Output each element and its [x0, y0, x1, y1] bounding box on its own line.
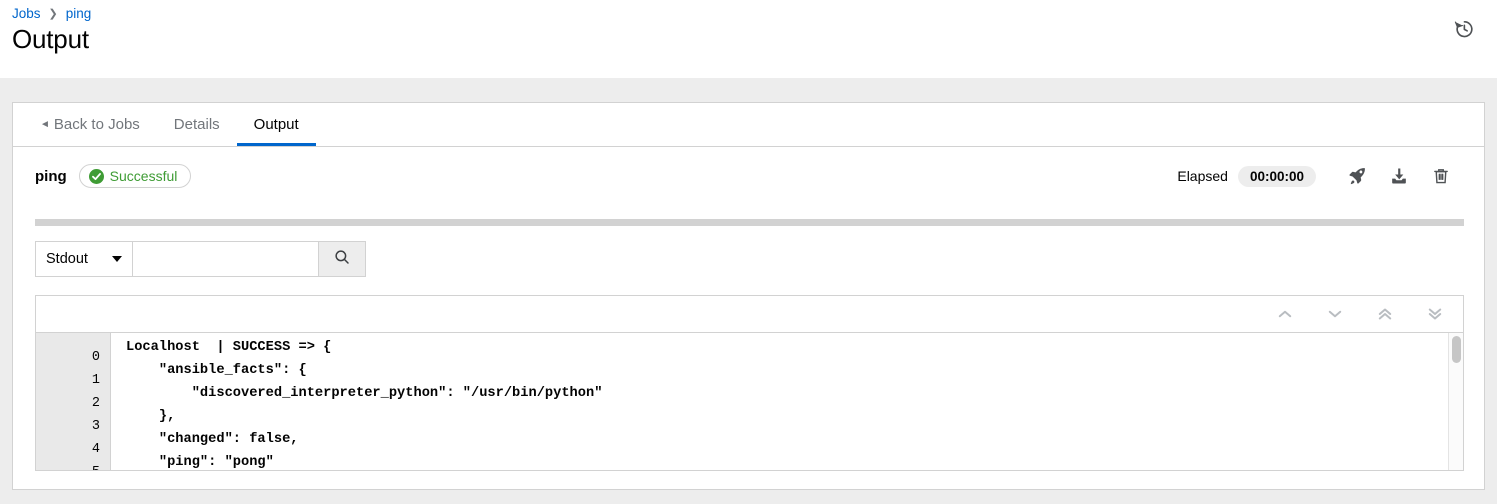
output-console: 0 1 2 3 4 5 Localhost | SUCCESS => { "an… [35, 295, 1464, 471]
tab-details[interactable]: Details [157, 103, 237, 146]
delete-button[interactable] [1420, 161, 1462, 191]
download-button[interactable] [1378, 161, 1420, 191]
line-number: 4 [36, 438, 110, 461]
line-number: 0 [36, 346, 110, 369]
tab-output-label: Output [254, 116, 299, 133]
page-title: Output [12, 24, 89, 55]
console-text: Localhost | SUCCESS => { "ansible_facts"… [111, 333, 1463, 470]
scroll-up-button[interactable] [1273, 303, 1297, 325]
job-actions: Elapsed 00:00:00 [1177, 161, 1462, 191]
breadcrumb: Jobs ❯ ping [12, 6, 91, 22]
back-caret-icon: ◄ [40, 120, 50, 130]
console-scrollbar-thumb[interactable] [1452, 336, 1461, 363]
elapsed-value: 00:00:00 [1238, 166, 1316, 187]
rocket-icon [1347, 166, 1367, 186]
console-toolbar [35, 295, 1464, 332]
output-card: ◄ Back to Jobs Details Output ping Succe… [12, 102, 1485, 490]
chevron-down-icon [1326, 307, 1344, 321]
line-number: 3 [36, 415, 110, 438]
status-badge-label: Successful [110, 168, 178, 184]
console-line: Localhost | SUCCESS => { [126, 336, 1463, 359]
breadcrumb-separator-icon: ❯ [49, 6, 58, 22]
elapsed-label: Elapsed [1177, 168, 1228, 184]
tab-output[interactable]: Output [237, 103, 316, 146]
search-button[interactable] [318, 241, 366, 277]
double-chevron-up-icon [1376, 306, 1394, 322]
tab-bar: ◄ Back to Jobs Details Output [13, 103, 1484, 147]
search-input[interactable] [132, 241, 318, 277]
status-badge: Successful [79, 164, 192, 188]
breadcrumb-item-ping[interactable]: ping [66, 6, 92, 22]
console-line: "ansible_facts": { [126, 359, 1463, 382]
console-line: }, [126, 405, 1463, 428]
scroll-top-button[interactable] [1373, 303, 1397, 325]
line-number: 1 [36, 369, 110, 392]
line-number-gutter: 0 1 2 3 4 5 [36, 333, 111, 470]
chevron-up-icon [1276, 307, 1294, 321]
line-number: 2 [36, 392, 110, 415]
console-line: "changed": false, [126, 428, 1463, 451]
line-number: 5 [36, 461, 110, 471]
tab-details-label: Details [174, 116, 220, 133]
console-body: 0 1 2 3 4 5 Localhost | SUCCESS => { "an… [35, 332, 1464, 471]
trash-icon [1431, 166, 1451, 186]
job-progress-bar [35, 219, 1464, 226]
breadcrumb-item-jobs[interactable]: Jobs [12, 6, 41, 22]
output-type-select[interactable]: Stdout [35, 241, 132, 277]
scroll-down-button[interactable] [1323, 303, 1347, 325]
chevron-down-icon [112, 256, 122, 262]
console-line: "ping": "pong" [126, 451, 1463, 470]
output-filter-row: Stdout [35, 241, 366, 277]
relaunch-button[interactable] [1336, 161, 1378, 191]
tab-back-to-jobs[interactable]: ◄ Back to Jobs [23, 103, 157, 146]
history-icon[interactable] [1453, 18, 1475, 40]
job-status-row: ping Successful Elapsed 00:00:00 [13, 147, 1484, 205]
check-circle-icon [89, 169, 104, 184]
tab-back-to-jobs-label: Back to Jobs [54, 116, 140, 133]
search-icon [333, 248, 351, 271]
download-icon [1389, 166, 1409, 186]
output-type-select-value: Stdout [46, 251, 88, 267]
scroll-bottom-button[interactable] [1423, 303, 1447, 325]
console-scrollbar[interactable] [1448, 333, 1463, 470]
page-header: Jobs ❯ ping Output [0, 0, 1497, 78]
job-name: ping [35, 168, 67, 185]
double-chevron-down-icon [1426, 306, 1444, 322]
console-line: "discovered_interpreter_python": "/usr/b… [126, 382, 1463, 405]
